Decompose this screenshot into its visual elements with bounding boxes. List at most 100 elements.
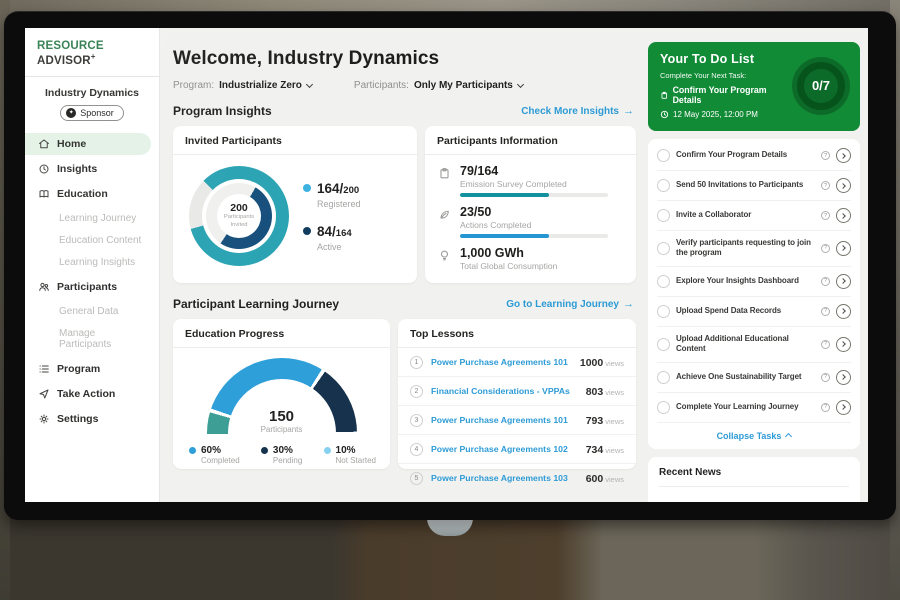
participants-label: Participants: [354,80,409,91]
task-row: Upload Additional Educational Content ? [657,327,851,363]
sidebar-item-education[interactable]: Education [25,183,151,205]
lesson-row[interactable]: 3 Power Purchase Agreements 101 793views [398,406,636,435]
participants-icon [38,281,50,293]
task-label[interactable]: Achieve One Sustainability Target [676,372,815,382]
task-open-button[interactable] [836,304,851,319]
sidebar-item-label: General Data [59,306,118,317]
sidebar-item-general-data[interactable]: General Data [25,301,151,322]
recent-news-title: Recent News [659,467,849,487]
task-label[interactable]: Send 50 Invitations to Participants [676,180,815,190]
help-icon[interactable]: ? [821,181,830,190]
task-open-button[interactable] [836,400,851,415]
sidebar-item-learning-journey[interactable]: Learning Journey [25,208,151,229]
sidebar-item-program[interactable]: Program [25,358,151,380]
help-icon[interactable]: ? [821,373,830,382]
todo-due-label: 12 May 2025, 12:00 PM [673,110,758,119]
invited-body: 200 Participants Invited 164/200 Registe… [173,155,417,276]
help-icon[interactable]: ? [821,244,830,253]
lesson-title-link[interactable]: Financial Considerations - VPPAs [431,386,578,396]
task-checkbox[interactable] [657,179,670,192]
app-logo: RESOURCE ADVISOR+ [25,28,159,77]
task-checkbox[interactable] [657,338,670,351]
help-icon[interactable]: ? [821,151,830,160]
lesson-views: 803 [586,386,604,398]
legend-dot [261,447,268,454]
sidebar-item-insights[interactable]: Insights [25,158,151,180]
help-icon[interactable]: ? [821,211,830,220]
task-label[interactable]: Explore Your Insights Dashboard [676,276,815,286]
lesson-rank: 5 [410,472,423,485]
lesson-row[interactable]: 4 Power Purchase Agreements 102 734views [398,435,636,464]
help-icon[interactable]: ? [821,340,830,349]
task-label[interactable]: Complete Your Learning Journey [676,402,815,412]
lesson-views-label: views [605,417,624,426]
task-label[interactable]: Invite a Collaborator [676,210,815,220]
sidebar-item-manage-participants[interactable]: Manage Participants [25,323,151,355]
logo-text-advisor: ADVISOR [37,55,91,67]
legend-dot [324,447,331,454]
learning-cards-row: Education Progress 150 Participants 60% … [173,319,636,469]
sidebar-item-home[interactable]: Home [25,133,151,155]
lesson-title-link[interactable]: Power Purchase Agreements 102 [431,444,578,454]
todo-next-task-label: Confirm Your Program Details [673,85,792,105]
task-open-button[interactable] [836,274,851,289]
sponsor-icon: ✦ [66,108,76,118]
task-open-button[interactable] [836,208,851,223]
sidebar: RESOURCE ADVISOR+ Industry Dynamics ✦ Sp… [25,28,160,502]
go-to-learning-journey-link[interactable]: Go to Learning Journey → [506,298,634,310]
lesson-rank: 1 [410,356,423,369]
chevron-right-icon [840,404,846,410]
program-dropdown[interactable]: Program: Industrialize Zero [173,80,312,91]
sidebar-item-label: Education Content [59,235,141,246]
task-label[interactable]: Confirm Your Program Details [676,150,815,160]
lesson-row[interactable]: 5 Power Purchase Agreements 103 600views [398,464,636,492]
lesson-row[interactable]: 1 Power Purchase Agreements 101 1000view… [398,348,636,377]
task-open-button[interactable] [836,148,851,163]
todo-progress-badge: 0/7 [792,57,850,115]
check-more-insights-link[interactable]: Check More Insights → [521,105,634,117]
task-checkbox[interactable] [657,242,670,255]
chevron-right-icon [840,308,846,314]
task-checkbox[interactable] [657,371,670,384]
lesson-title-link[interactable]: Power Purchase Agreements 101 [431,357,572,367]
donut-center-label: Participants Invited [217,214,261,229]
task-open-button[interactable] [836,241,851,256]
participants-dropdown[interactable]: Participants: Only My Participants [354,80,523,91]
arrow-right-icon: → [623,298,634,310]
sidebar-item-education-content[interactable]: Education Content [25,230,151,251]
help-icon[interactable]: ? [821,277,830,286]
sidebar-item-label: Learning Insights [59,257,135,268]
gauge-legend: 60% Completed 30% Pending 10% Not Starte… [173,434,390,465]
sidebar-item-learning-insights[interactable]: Learning Insights [25,252,151,273]
sidebar-item-settings[interactable]: Settings [25,408,151,430]
invited-donut-chart: 200 Participants Invited [189,166,289,266]
section-title: Participant Learning Journey [173,297,339,311]
task-open-button[interactable] [836,178,851,193]
task-checkbox[interactable] [657,401,670,414]
task-open-button[interactable] [836,337,851,352]
task-checkbox[interactable] [657,275,670,288]
sidebar-item-label: Settings [57,413,98,425]
lesson-title-link[interactable]: Power Purchase Agreements 103 [431,473,578,483]
task-open-button[interactable] [836,370,851,385]
legend-label: Completed [201,456,240,465]
sidebar-item-participants[interactable]: Participants [25,276,151,298]
sidebar-item-label: Learning Journey [59,213,136,224]
legend-pct: 60% [201,445,240,456]
task-label[interactable]: Verify participants requesting to join t… [676,238,815,259]
collapse-tasks-link[interactable]: Collapse Tasks [657,423,851,445]
sidebar-item-take-action[interactable]: Take Action [25,383,151,405]
lesson-title-link[interactable]: Power Purchase Agreements 101 [431,415,578,425]
legend-active: 84/164 Active [303,223,361,252]
task-checkbox[interactable] [657,209,670,222]
task-checkbox[interactable] [657,149,670,162]
lesson-views: 1000 [580,357,603,369]
task-label[interactable]: Upload Spend Data Records [676,306,815,316]
help-icon[interactable]: ? [821,307,830,316]
help-icon[interactable]: ? [821,403,830,412]
stat-label: Total Global Consumption [460,261,557,271]
lesson-row[interactable]: 2 Financial Considerations - VPPAs 803vi… [398,377,636,406]
task-checkbox[interactable] [657,305,670,318]
stat-actions-completed: 23/50 Actions Completed [438,205,623,238]
task-label[interactable]: Upload Additional Educational Content [676,334,815,355]
